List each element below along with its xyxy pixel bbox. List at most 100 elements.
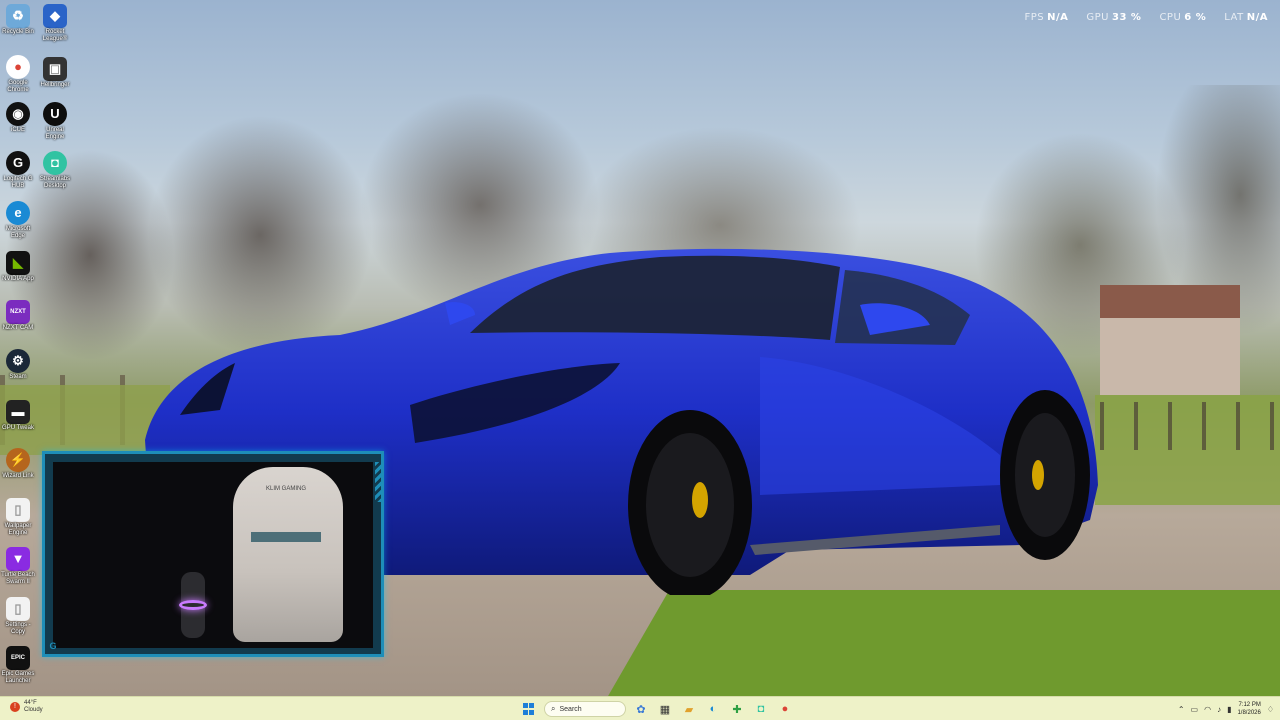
- network-icon[interactable]: ▭: [1191, 705, 1199, 714]
- search-placeholder: Search: [559, 705, 582, 713]
- desktop-icon[interactable]: e Microsoft Edge: [1, 201, 35, 240]
- icue-icon: ◉: [6, 102, 30, 126]
- webcam-feed: KLIM GAMING: [53, 462, 373, 648]
- wizard-link-icon: ⚡: [6, 448, 30, 472]
- system-tray: ⌃ ▭ ◠ ♪ ▮ 7:12 PM 1/8/2026 ♢: [1178, 699, 1274, 719]
- wallpaper-grass-bottom: [600, 590, 1280, 696]
- nvidia-icon: ◣: [6, 251, 30, 275]
- desktop-icon[interactable]: ⚡ Wizard Link: [1, 448, 35, 480]
- webcam-frame-accent: [375, 462, 381, 502]
- logitech-g-hub-icon: G: [6, 151, 30, 175]
- desktop-icon[interactable]: ▬ GPU Tweak: [1, 400, 35, 432]
- desktop-icon-label: Steam: [9, 374, 27, 380]
- folder-icon[interactable]: ▰: [680, 700, 698, 718]
- latency-label: LAT: [1224, 12, 1244, 23]
- cpu-readout: CPU 6 %: [1159, 12, 1206, 23]
- desktop-icon-label: Epic Games Launcher: [1, 671, 35, 684]
- desktop-icon[interactable]: ◆ Rocket League®: [38, 4, 72, 43]
- desktop-icon-label: Google Chrome: [7, 80, 29, 93]
- windows-logo-tile: [529, 709, 534, 715]
- microphone-light-ring: [179, 600, 207, 610]
- xbox-icon[interactable]: ✚: [728, 700, 746, 718]
- webcam-gaming-chair: [233, 467, 343, 642]
- gpu-readout: GPU 33 %: [1086, 12, 1141, 23]
- desktop-icon[interactable]: ● Google Chrome: [1, 55, 35, 94]
- game-icon: ▣: [43, 57, 67, 81]
- edge-icon: e: [6, 201, 30, 225]
- weather-desc: Cloudy: [24, 707, 43, 713]
- cpu-value: 6 %: [1184, 12, 1207, 23]
- battery-icon[interactable]: ▮: [1227, 705, 1231, 714]
- desktop-icon[interactable]: ⚙ Steam: [1, 349, 35, 381]
- desktop-icon[interactable]: NZXT NZXT CAM: [1, 300, 35, 332]
- taskbar: ! 44°F Cloudy ⌕ Search ✿ ▦ ▰ ◐ ✚ ◘ ● ⌃ ▭…: [0, 696, 1280, 720]
- taskbar-center: ⌕ Search ✿ ▦ ▰ ◐ ✚ ◘ ●: [520, 699, 794, 719]
- copilot-icon[interactable]: ✿: [632, 700, 650, 718]
- search-icon: ⌕: [551, 704, 556, 713]
- edge-icon[interactable]: ◐: [704, 700, 722, 718]
- desktop-icon-label: Streamlabs Desktop: [39, 176, 71, 189]
- webcam-chair-band: [251, 532, 321, 542]
- desktop-icon-label: Rocket League®: [42, 29, 68, 42]
- notifications-bell-icon[interactable]: ♢: [1267, 705, 1274, 714]
- start-button[interactable]: [520, 700, 538, 718]
- desktop-icon-label: Unreal Engine: [45, 127, 65, 140]
- wifi-icon[interactable]: ◠: [1204, 705, 1211, 714]
- chrome-icon[interactable]: ●: [776, 700, 794, 718]
- webcam-overlay[interactable]: KLIM GAMING G: [42, 451, 384, 657]
- desktop-icon-label: Microsoft Edge: [5, 226, 31, 239]
- desktop-icon[interactable]: U Unreal Engine: [38, 102, 72, 141]
- wallpaper-fence-right: [1100, 402, 1280, 450]
- windows-logo-tile: [529, 703, 534, 708]
- desktop-icon-label: GPU Tweak: [2, 425, 34, 431]
- cpu-label: CPU: [1159, 12, 1182, 23]
- desktop-icon[interactable]: ◉ iCUE: [1, 102, 35, 134]
- gpu-tweak-icon: ▬: [6, 400, 30, 424]
- streamlabs-icon: ◘: [43, 151, 67, 175]
- weather-temp: 44°F: [24, 700, 37, 706]
- nzxt-cam-icon: NZXT: [6, 300, 30, 324]
- fps-label: FPS: [1024, 12, 1045, 23]
- weather-widget[interactable]: ! 44°F Cloudy: [10, 700, 43, 714]
- desktop-icon[interactable]: ▯ Settings - Copy: [1, 597, 35, 636]
- latency-readout: LAT N/A: [1224, 12, 1268, 23]
- weather-text: 44°F Cloudy: [24, 700, 43, 714]
- desktop-icon[interactable]: ▯ Wallpaper Engine: [1, 498, 35, 537]
- desktop-icon-label: Recycle Bin: [2, 29, 34, 35]
- chair-brand-text: KLIM GAMING: [265, 486, 306, 492]
- show-hidden-icons-chevron-icon[interactable]: ⌃: [1178, 705, 1185, 714]
- desktop-icon[interactable]: EPIC Epic Games Launcher: [1, 646, 35, 685]
- taskbar-clock[interactable]: 7:12 PM 1/8/2026: [1237, 701, 1260, 717]
- weather-icon: !: [10, 702, 20, 712]
- fps-readout: FPS N/A: [1025, 12, 1069, 23]
- streamlabs-icon[interactable]: ◘: [752, 700, 770, 718]
- clock-date: 1/8/2026: [1237, 710, 1261, 716]
- desktop-icon-label: iCUE: [10, 127, 25, 133]
- gpu-label: GPU: [1086, 12, 1110, 23]
- document-icon: ▯: [6, 498, 30, 522]
- desktop-icon[interactable]: G Logitech G HUB: [1, 151, 35, 190]
- volume-icon[interactable]: ♪: [1217, 705, 1221, 714]
- steam-icon: ⚙: [6, 349, 30, 373]
- desktop-icon-label: Wizard Link: [2, 473, 34, 479]
- desktop-icon-label: Wallpaper Engine: [4, 523, 32, 536]
- file-explorer-icon[interactable]: ▦: [656, 700, 674, 718]
- desktop-icon[interactable]: ▣ Hellbringer: [38, 57, 72, 89]
- performance-overlay: FPS N/A GPU 33 % CPU 6 % LAT N/A: [1025, 12, 1269, 23]
- gpu-value: 33 %: [1112, 12, 1142, 23]
- taskbar-search[interactable]: ⌕ Search: [544, 701, 626, 717]
- desktop-icon[interactable]: ◣ NVIDIA App: [1, 251, 35, 283]
- desktop-icon-label: Hellbringer: [40, 82, 70, 88]
- desktop-icon[interactable]: ◘ Streamlabs Desktop: [38, 151, 72, 190]
- recycle-bin-icon: ♻: [6, 4, 30, 28]
- desktop-icon[interactable]: ♻ Recycle Bin: [1, 4, 35, 36]
- rocket-league-icon: ◆: [43, 4, 67, 28]
- desktop-icon-label: Settings - Copy: [5, 622, 31, 635]
- chrome-icon: ●: [6, 55, 30, 79]
- desktop-icon-label: Turtle Beach Swarm II: [1, 572, 35, 585]
- latency-value: N/A: [1246, 12, 1268, 23]
- webcam-frame-logo: G: [49, 641, 57, 651]
- wallpaper-house: [1100, 285, 1240, 395]
- windows-logo-tile: [523, 709, 528, 715]
- desktop-icon[interactable]: ▼ Turtle Beach Swarm II: [1, 547, 35, 586]
